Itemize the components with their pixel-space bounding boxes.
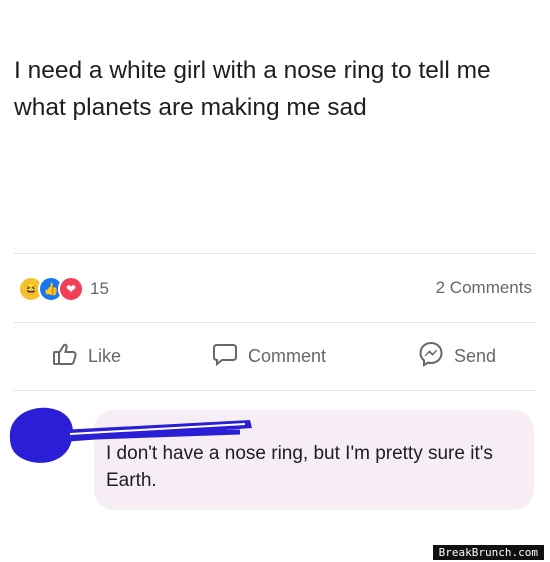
send-button[interactable]: Send [418, 336, 496, 376]
love-icon: ❤ [58, 276, 84, 302]
post-text: I need a white girl with a nose ring to … [14, 57, 491, 121]
comments-count[interactable]: 2 Comments [436, 278, 532, 298]
action-bar: Like Comment Send [0, 336, 550, 376]
reactions-summary[interactable]: 😆 👍 ❤ 15 [18, 276, 109, 302]
send-label: Send [454, 345, 497, 366]
comment-label: Comment [248, 345, 327, 366]
comment-button[interactable]: Comment [212, 336, 326, 376]
like-button[interactable]: Like [52, 336, 121, 376]
divider-middle [14, 322, 536, 323]
like-label: Like [88, 345, 122, 366]
divider-top [14, 253, 536, 254]
messenger-icon [418, 341, 454, 372]
thumbs-up-icon [52, 342, 88, 371]
comment-text: I don't have a nose ring, but I'm pretty… [106, 443, 493, 491]
watermark: BreakBrunch.com [432, 545, 544, 560]
divider-bottom [14, 390, 536, 391]
comment-icon [212, 342, 248, 371]
reaction-count: 15 [90, 279, 109, 298]
